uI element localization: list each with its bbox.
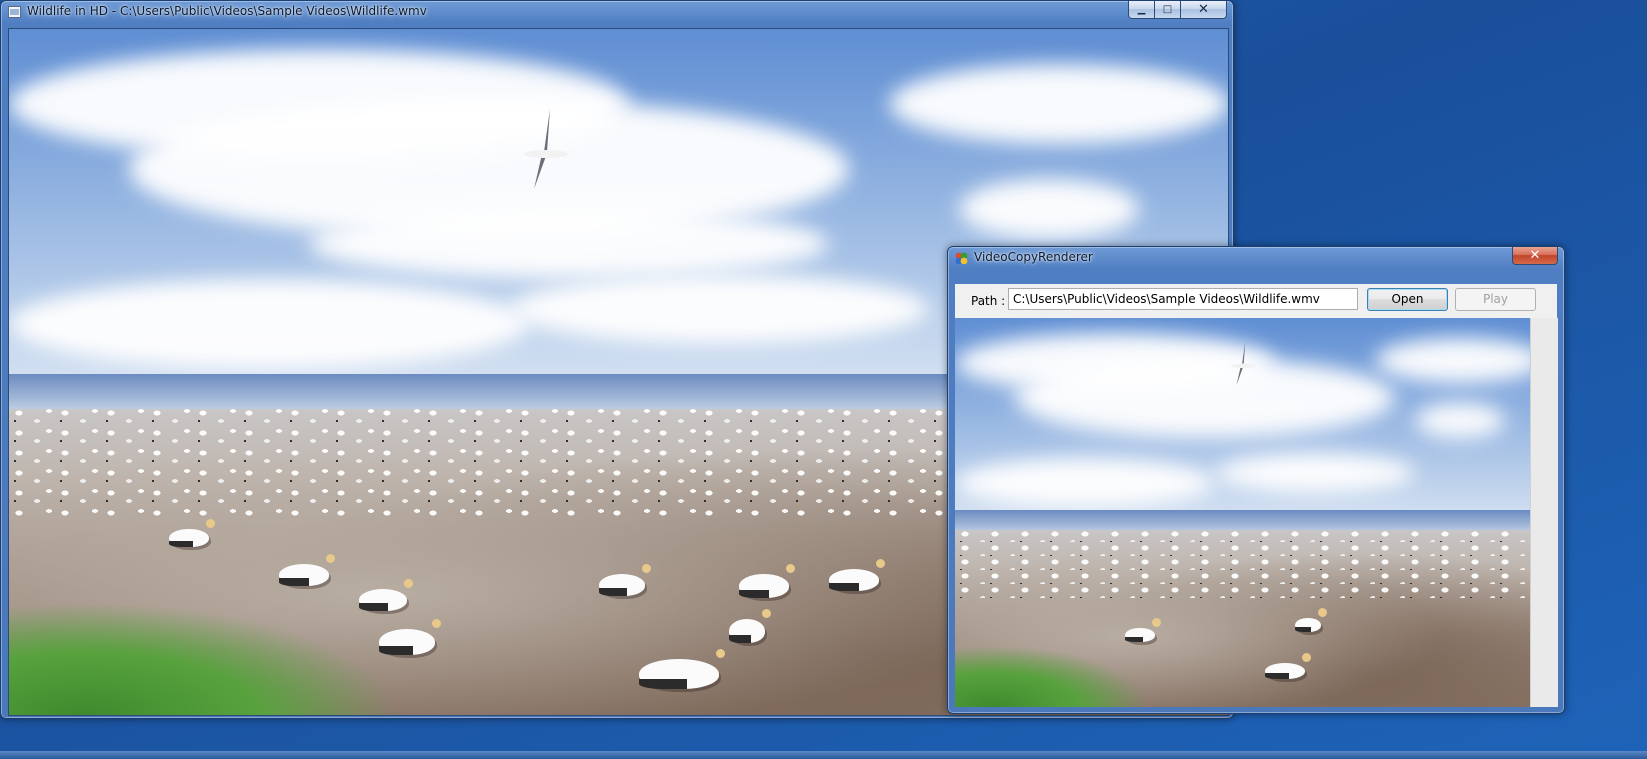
close-icon: ✕ [1198,2,1209,17]
desktop: Wildlife in HD - C:\Users\Public\Videos\… [0,0,1647,759]
gannet [379,619,441,655]
cloud [955,458,1215,508]
cloud [309,209,829,279]
gannet [279,554,335,586]
cloud [9,279,529,369]
preview-scrollbar[interactable] [1530,318,1558,707]
cloud [889,64,1228,144]
gannet [739,564,795,599]
window-app-icon [8,6,21,18]
minimize-icon: ▁ [1137,4,1146,15]
close-icon: ✕ [1529,248,1541,263]
path-label: Path : [971,294,1006,308]
close-button[interactable]: ✕ [1512,247,1558,265]
close-button[interactable]: ✕ [1181,1,1227,19]
cloud [1215,453,1415,493]
cloud [1015,358,1395,438]
cloud [509,274,929,344]
gannet-colony [955,528,1530,598]
gannet [829,559,885,591]
gannet [599,564,651,596]
window-title: Wildlife in HD - C:\Users\Public\Videos\… [27,4,427,18]
grass [9,605,389,715]
maximize-button[interactable]: □ [1155,1,1181,19]
gannet [1295,608,1327,632]
cloud [1375,338,1530,383]
play-button[interactable]: Play [1455,288,1536,311]
flying-gannet [1230,340,1256,386]
gannet [169,519,215,547]
gannet [639,649,725,689]
gannet [359,579,413,611]
flying-gannet [524,109,568,189]
maximize-icon: □ [1162,4,1173,15]
path-input[interactable] [1008,288,1358,310]
path-toolbar: Path : Open Play [955,284,1557,321]
gannet [729,609,771,644]
grass [955,647,1145,707]
gannet [1265,653,1311,679]
video-preview[interactable] [955,318,1530,707]
videocopyrenderer-window: VideoCopyRenderer ✕ Path : Open Play [947,246,1565,714]
gannet [1125,618,1161,642]
taskbar [0,751,1647,759]
caption-buttons: ▁ □ ✕ [1128,1,1227,19]
app-icon [955,252,968,264]
cloud [1415,403,1505,438]
window-title: VideoCopyRenderer [974,250,1093,264]
minimize-button[interactable]: ▁ [1128,1,1155,19]
title-bar[interactable]: Wildlife in HD - C:\Users\Public\Videos\… [1,1,1233,23]
open-button[interactable]: Open [1367,288,1448,311]
caption-buttons: ✕ [1512,247,1558,265]
cloud [959,179,1139,239]
client-area: Path : Open Play [955,284,1558,707]
title-bar[interactable]: VideoCopyRenderer ✕ [948,247,1564,269]
